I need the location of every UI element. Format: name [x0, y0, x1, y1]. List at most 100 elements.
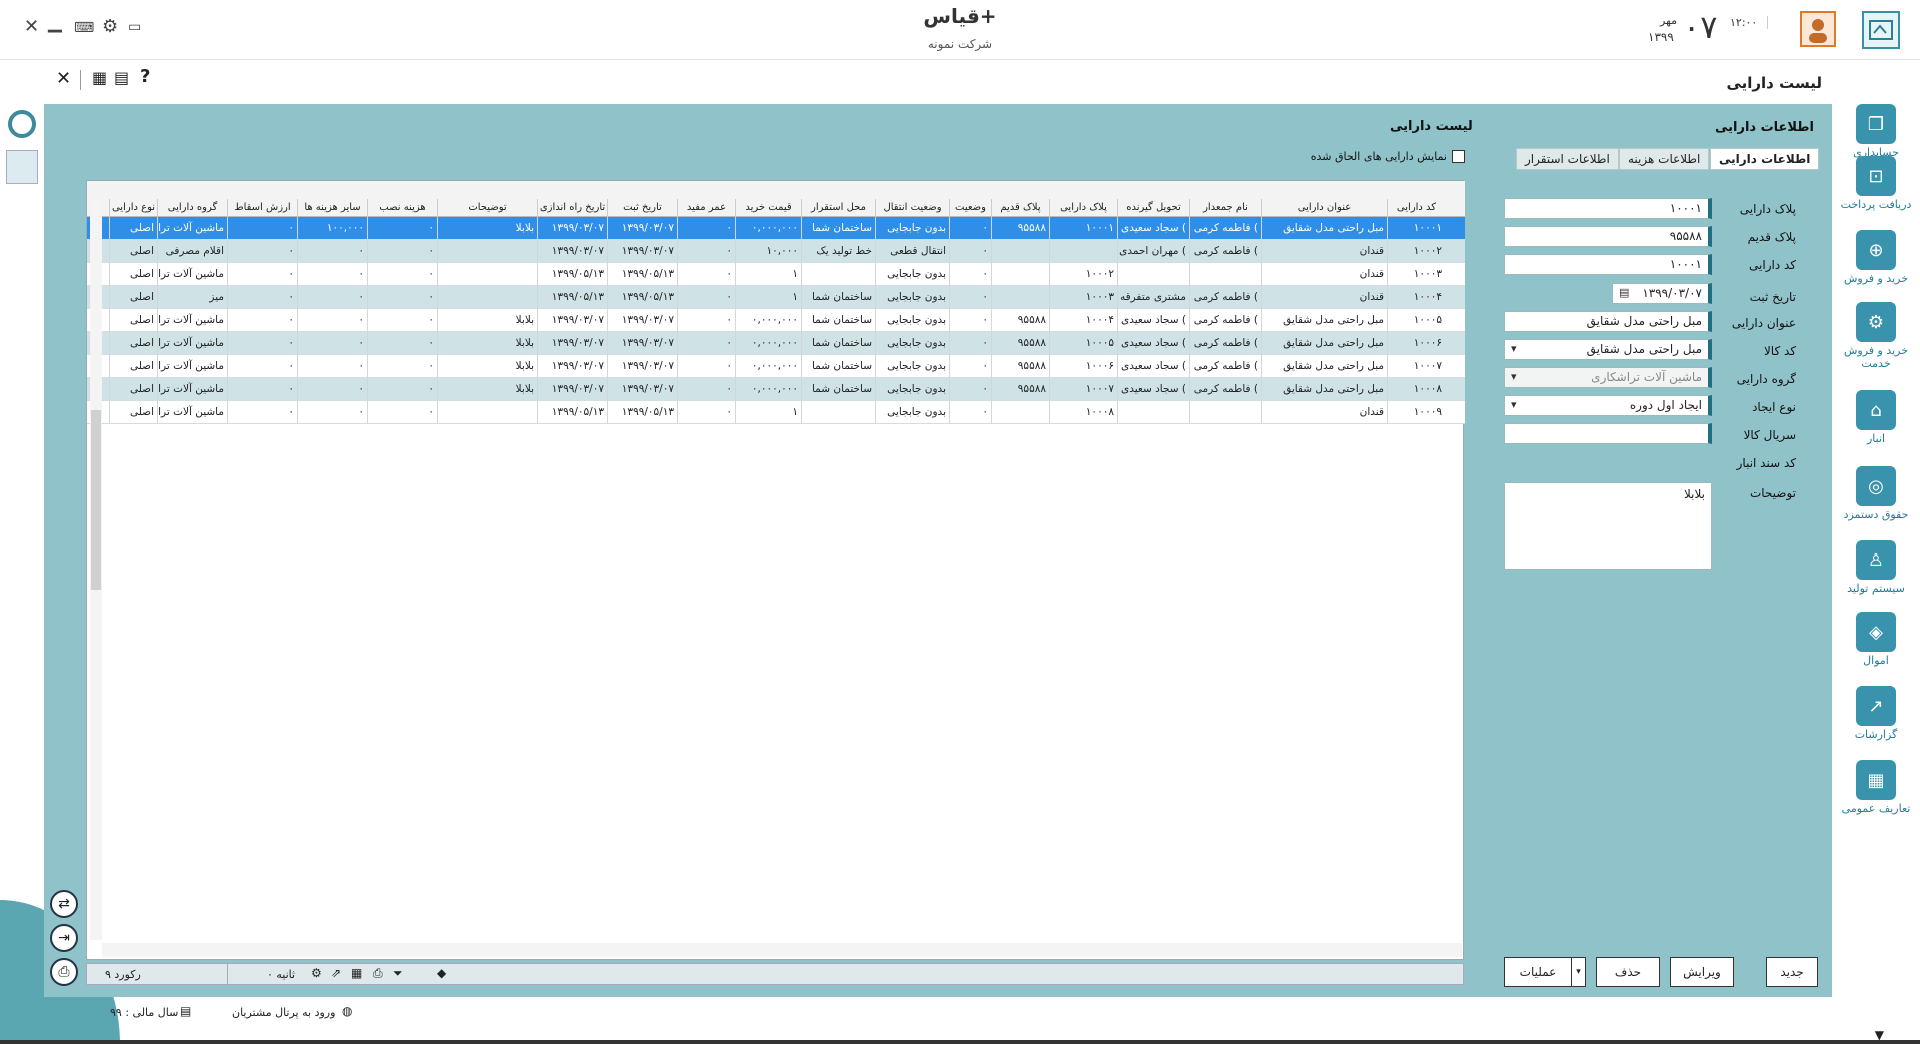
creation-type-select[interactable]: ▾ ایجاد اول دوره [1504, 395, 1712, 416]
settings-icon[interactable]: ⚙ [311, 966, 322, 980]
column-header[interactable]: تحویل گیرنده [1117, 199, 1189, 217]
column-header[interactable]: کد دارایی [1387, 199, 1445, 217]
column-header[interactable]: سایر هزینه ها [297, 199, 367, 217]
app-logo[interactable] [1862, 11, 1900, 49]
edit-button[interactable]: ویرایش [1670, 957, 1734, 987]
printer-icon[interactable]: ⎙ [373, 966, 383, 981]
column-header[interactable]: گروه دارایی [157, 199, 227, 217]
table-cell [1049, 240, 1117, 263]
table-row[interactable]: ۱۰۰۰۹ قندان ۱۰۰۰۸ ۰ بدون جابجایی ۱ ۰ ۱۳۹۹/۰۵/۱۳… [87, 401, 1465, 424]
column-header[interactable]: توضیحات [437, 199, 537, 217]
item-code-select[interactable]: ▾ مبل راحتی مدل شقایق [1504, 339, 1712, 360]
column-header[interactable]: تاریخ ثبت [607, 199, 677, 217]
table-row[interactable]: ۱۰۰۰۲ قندان فاطمه کرمی (مهران احمدی (۰ انتق… [87, 240, 1465, 263]
table-row[interactable]: ۱۰۰۰۱ مبل راحتی مدل شقایق فاطمه کرمی (سجاد… [87, 217, 1465, 240]
table-cell: ۱۳۹۹/۰۵/۱۳ [607, 263, 677, 286]
show-attached-checkbox[interactable] [1452, 150, 1465, 163]
tab-asset-info[interactable]: اطلاعات دارایی [1710, 148, 1820, 170]
serial-field[interactable] [1504, 423, 1712, 444]
table-cell: ۱۰۰۰۱ [1049, 217, 1117, 240]
asset-group-select[interactable]: ▾ ماشین آلات تراشکاری [1504, 367, 1712, 388]
column-header[interactable]: قیمت خرید [735, 199, 801, 217]
table-cell: ۰ [949, 378, 991, 401]
tab-deploy-info[interactable]: اطلاعات استقرار [1516, 148, 1619, 170]
table-cell [437, 240, 537, 263]
column-header[interactable]: هزینه نصب [367, 199, 437, 217]
table-row[interactable]: ۱۰۰۰۳ قندان ۱۰۰۰۲ ۰ بدون جابجایی ۱ ۰ ۱۳۹۹/۰۵/۱۳… [87, 263, 1465, 286]
asset-code-field[interactable]: ۱۰۰۰۱ [1504, 254, 1712, 275]
table-cell: بدون جابجایی [875, 401, 949, 424]
sidebar-item-accounting[interactable]: ❐ حسابداری [1832, 104, 1920, 159]
import-icon[interactable]: ⇥ [50, 924, 78, 952]
print-icon[interactable]: ⎙ [50, 958, 78, 986]
calendar-icon[interactable]: ▤ [114, 68, 129, 87]
old-plate-field[interactable]: ۹۵۵۸۸ [1504, 226, 1712, 247]
export-icon[interactable]: ⇄ [50, 890, 78, 918]
table-row[interactable]: ۱۰۰۰۷ مبل راحتی مدل شقایق فاطمه کرمی (سجاد… [87, 355, 1465, 378]
asset-title-field[interactable]: مبل راحتی مدل شقایق [1504, 311, 1712, 332]
column-header[interactable]: تاریخ راه اندازی [537, 199, 607, 217]
grid-icon[interactable]: ▦ [92, 68, 107, 87]
help-icon[interactable]: ? [140, 66, 150, 87]
refresh-icon[interactable] [8, 110, 36, 138]
horizontal-scrollbar[interactable] [102, 943, 1462, 957]
table-cell: سجاد سعیدی ( [1117, 355, 1189, 378]
column-header[interactable]: پلاک قدیم [991, 199, 1049, 217]
sidebar-item-reports[interactable]: ↗ گزارشات [1832, 686, 1920, 741]
table-cell: فاطمه کرمی ( [1189, 332, 1261, 355]
table-cell: ۱۰۰۰۹ [1387, 401, 1445, 424]
table-cell: ۱ [735, 401, 801, 424]
close-page-icon[interactable]: ✕ [56, 68, 71, 89]
sidebar-item-buy-sell[interactable]: ⊕ خرید و فروش [1832, 230, 1920, 285]
description-textarea[interactable]: بلابلا [1504, 482, 1712, 570]
table-cell: قندان [1261, 240, 1387, 263]
sidebar-item-payroll[interactable]: ◎ حقوق دستمزد [1832, 466, 1920, 521]
table-row[interactable]: ۱۰۰۰۵ مبل راحتی مدل شقایق فاطمه کرمی (سجاد… [87, 309, 1465, 332]
table-icon[interactable]: ▦ [351, 966, 362, 980]
table-cell: سجاد سعیدی ( [1117, 332, 1189, 355]
table-row[interactable]: ۱۰۰۰۸ مبل راحتی مدل شقایق فاطمه کرمی (سجاد… [87, 378, 1465, 401]
globe-icon[interactable]: ◍ [342, 1004, 352, 1018]
table-row[interactable]: ۱۰۰۰۴ قندان فاطمه کرمی (مشتری متفرقه ۱۰۰۰۳ ۰… [87, 286, 1465, 309]
sidebar-item-assets[interactable]: ◈ اموال [1832, 612, 1920, 667]
calendar-icon: ▤ [180, 1004, 192, 1018]
label-asset-code: کد دارایی [1749, 258, 1796, 272]
filter-icon[interactable]: ⏷ [393, 966, 403, 981]
column-header[interactable]: وضعیت انتقال [875, 199, 949, 217]
portal-link[interactable]: ورود به پرتال مشتریان [232, 1006, 335, 1019]
chevron-down-icon[interactable]: ▾ [1571, 958, 1585, 986]
table-cell: مبل راحتی مدل شقایق [1261, 217, 1387, 240]
reg-date-field[interactable]: ▤ ۱۳۹۹/۰۳/۰۷ [1612, 283, 1712, 304]
column-header[interactable]: نام جمعدار [1189, 199, 1261, 217]
column-header[interactable]: عمر مفید [677, 199, 735, 217]
new-button[interactable]: جدید [1766, 957, 1818, 987]
column-header[interactable]: وضعیت [949, 199, 991, 217]
column-header[interactable]: پلاک دارایی [1049, 199, 1117, 217]
delete-button[interactable]: حذف [1596, 957, 1660, 987]
sidebar-item-definitions[interactable]: ▦ تعاریف عمومی [1832, 760, 1920, 815]
sidebar-item-warehouse[interactable]: ⌂ انبار [1832, 390, 1920, 445]
tab-cost-info[interactable]: اطلاعات هزینه [1619, 148, 1710, 170]
column-header[interactable]: محل استقرار [801, 199, 875, 217]
column-header[interactable]: ارزش اسقاط [227, 199, 297, 217]
table-cell: ماشین آلات ترا [157, 217, 227, 240]
sidebar-item-service[interactable]: ⚙ خرید و فروش خدمت [1832, 302, 1920, 370]
user-avatar[interactable] [1800, 11, 1836, 47]
table-cell: ساختمان شما [801, 355, 875, 378]
list-view-icon[interactable] [6, 150, 38, 184]
operations-button[interactable]: ▾ عملیات [1504, 957, 1586, 987]
sidebar-item-payment[interactable]: ⊡ دریافت پرداخت [1832, 156, 1920, 211]
share-icon[interactable]: ⇗ [331, 966, 341, 980]
column-header[interactable]: نوع دارایی [109, 199, 157, 217]
chevron-down-icon: ▾ [1511, 370, 1517, 383]
tag-icon[interactable]: ◆ [437, 966, 446, 980]
table-row[interactable]: ۱۰۰۰۶ مبل راحتی مدل شقایق فاطمه کرمی (سجاد… [87, 332, 1465, 355]
table-cell: ۰ [677, 263, 735, 286]
plate-field[interactable]: ۱۰۰۰۱ [1504, 198, 1712, 219]
elapsed-seconds: ۰ ثانیه [267, 968, 296, 981]
calendar-icon[interactable]: ▤ [1619, 286, 1629, 299]
sidebar-item-production[interactable]: ♙ سیستم تولید [1832, 540, 1920, 595]
column-header[interactable]: عنوان دارایی [1261, 199, 1387, 217]
scroll-thumb[interactable] [91, 410, 101, 590]
table-cell: قندان [1261, 286, 1387, 309]
